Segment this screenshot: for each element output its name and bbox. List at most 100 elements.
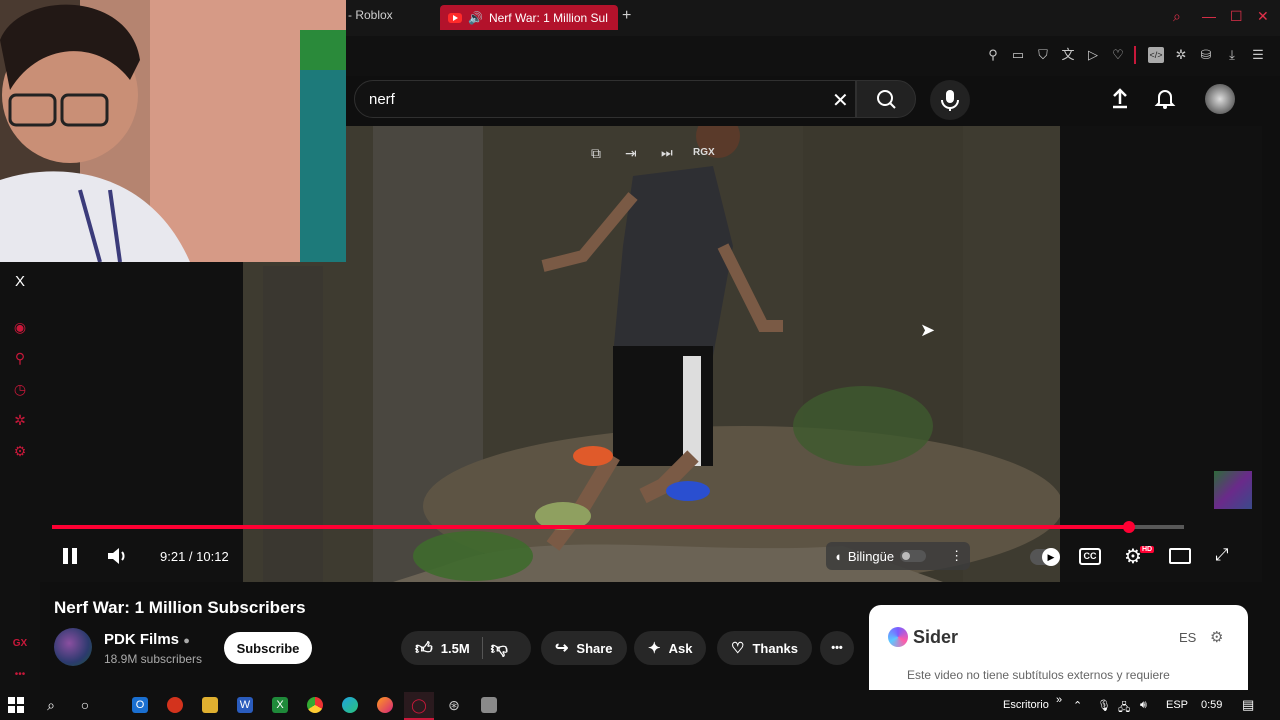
thumbs-down-icon[interactable]: 👎︎ — [491, 638, 508, 659]
snapshot-icon[interactable]: ▭ — [1010, 47, 1026, 63]
firefox-icon[interactable] — [377, 697, 393, 713]
tab-youtube-active[interactable]: 🔊 Nerf War: 1 Million Sul — [440, 5, 618, 30]
play-extension-icon[interactable]: ▷ — [1085, 47, 1101, 63]
word-icon[interactable]: W — [237, 697, 253, 713]
popout-icon[interactable]: ⧉ — [591, 145, 601, 162]
player-icon[interactable]: ◉ — [10, 317, 30, 337]
search-tabs-icon[interactable]: ⌕ — [1173, 8, 1181, 25]
windows-start-icon[interactable] — [8, 697, 24, 718]
subscribe-button[interactable]: Subscribe — [224, 632, 312, 664]
outlook-icon[interactable]: O — [132, 697, 148, 713]
pin-icon[interactable]: ⚲ — [10, 348, 30, 368]
ask-button[interactable]: ✦ Ask — [634, 631, 707, 665]
upload-icon[interactable] — [1108, 86, 1132, 115]
excel-icon[interactable]: X — [272, 697, 288, 713]
bilingual-icon: ◖ — [834, 548, 842, 564]
app2-icon[interactable] — [481, 697, 497, 713]
bilingual-toggle[interactable]: ◖ Bilingüe ⋮ — [826, 542, 970, 570]
channel-name-text: PDK Films — [104, 631, 180, 648]
code-extension-icon[interactable]: </> — [1148, 47, 1164, 63]
more-actions-button[interactable]: ••• — [820, 631, 854, 665]
theater-mode-icon[interactable] — [1169, 548, 1191, 564]
folder-icon[interactable] — [202, 697, 218, 713]
bilingual-label: Bilingüe — [847, 548, 895, 564]
tray-up-icon[interactable]: ⌃ — [1073, 699, 1082, 712]
history-icon[interactable]: ◷ — [10, 379, 30, 399]
more-icon[interactable]: ••• — [10, 665, 30, 685]
extensions-icon[interactable]: ✲ — [10, 410, 30, 430]
speaker-icon: 🔊 — [468, 10, 483, 25]
avatar[interactable] — [1205, 84, 1235, 114]
clock[interactable]: 0:59 — [1201, 699, 1222, 711]
minimize-button[interactable]: — — [1202, 8, 1216, 24]
browser-toolbar — [346, 36, 1280, 76]
progress-scrubber[interactable] — [1123, 521, 1135, 533]
volume-tray-icon[interactable]: 🔊︎ — [1140, 699, 1147, 712]
sider-settings-icon[interactable]: ⚙ — [1210, 628, 1223, 646]
close-icon[interactable]: ✕ — [832, 88, 849, 113]
language-indicator[interactable]: ESP — [1166, 699, 1188, 711]
puzzle-icon[interactable]: ✲ — [1173, 47, 1189, 63]
overlay-label[interactable]: RGX — [693, 147, 715, 158]
video-frame[interactable] — [243, 126, 1060, 582]
mic-button[interactable] — [930, 80, 970, 120]
gx-icon[interactable]: GX — [10, 634, 30, 654]
cortana-icon[interactable]: ○ — [77, 697, 93, 713]
edge-icon[interactable] — [342, 697, 358, 713]
pin-icon[interactable]: ⚲ — [985, 47, 1001, 63]
sider-title: Sider — [913, 627, 959, 647]
hd-badge: HD — [1140, 546, 1155, 553]
channel-watermark[interactable] — [1214, 471, 1252, 509]
cursor-icon: ➤ — [920, 320, 936, 340]
close-window-button[interactable]: ✕ — [1257, 8, 1269, 25]
volume-button[interactable] — [106, 545, 130, 572]
menu-icon[interactable]: ☰ — [1250, 47, 1266, 63]
desktop-label[interactable]: Escritorio — [1003, 699, 1049, 711]
chevrons-icon[interactable]: » — [1056, 694, 1062, 706]
like-dislike-group: 👍︎ 1.5M 👎︎ — [401, 631, 531, 665]
app-icon[interactable] — [167, 697, 183, 713]
captions-button[interactable]: CC — [1079, 548, 1101, 565]
play-icon: ▶ — [1042, 548, 1060, 566]
thanks-button[interactable]: ♡ Thanks — [717, 631, 812, 665]
thumbs-up-icon: 👍︎ — [415, 638, 433, 658]
channel-avatar[interactable] — [54, 628, 92, 666]
shield-icon[interactable]: ⛉ — [1035, 47, 1051, 63]
fullscreen-icon[interactable]: ⤢ — [1215, 545, 1229, 565]
autoplay-toggle[interactable]: ▶ — [1030, 548, 1060, 566]
webcam-overlay — [0, 0, 346, 262]
heart-icon[interactable]: ♡ — [1110, 47, 1126, 63]
next-icon[interactable]: ⏭ — [661, 145, 673, 161]
x-twitter-icon[interactable]: X — [10, 272, 30, 292]
webcam-scene — [0, 0, 346, 262]
share-button[interactable]: ↪ Share — [541, 631, 627, 665]
tab-roblox[interactable]: - Roblox — [348, 8, 393, 22]
wallet-icon[interactable]: ⛁ — [1198, 47, 1214, 63]
download-icon[interactable]: ⤓ — [1224, 47, 1240, 63]
channel-name[interactable]: PDK Films ● — [104, 631, 190, 648]
new-tab-button[interactable]: + — [622, 7, 631, 25]
maximize-button[interactable]: ☐ — [1230, 8, 1243, 25]
toolbar-divider — [1134, 46, 1136, 64]
bell-icon[interactable] — [1153, 86, 1177, 115]
bilingual-switch[interactable] — [900, 550, 927, 562]
notifications-icon[interactable]: ▤ — [1242, 697, 1254, 713]
search-button[interactable] — [856, 80, 916, 118]
pause-button[interactable] — [60, 546, 80, 571]
translate-icon[interactable]: 文 — [1060, 47, 1076, 63]
mic-tray-icon[interactable]: 🎙︎ — [1097, 699, 1111, 712]
gear-icon[interactable]: ⚙ — [10, 441, 30, 461]
search-input[interactable]: nerf — [354, 80, 856, 118]
kebab-icon[interactable]: ⋮ — [950, 548, 963, 564]
like-button[interactable]: 👍︎ 1.5M — [415, 638, 470, 659]
mic-icon — [941, 90, 959, 111]
network-icon[interactable]: 🖧︎ — [1118, 699, 1130, 718]
sider-language[interactable]: ES — [1179, 630, 1196, 645]
search-icon[interactable]: ⌕ — [43, 697, 59, 713]
enter-icon[interactable]: ⇥ — [625, 145, 637, 162]
steering-icon[interactable]: ⊛ — [446, 697, 462, 713]
windows-taskbar — [0, 690, 1280, 720]
verified-icon: ● — [183, 635, 190, 647]
share-label: Share — [576, 640, 613, 656]
chrome-icon[interactable] — [307, 697, 323, 713]
